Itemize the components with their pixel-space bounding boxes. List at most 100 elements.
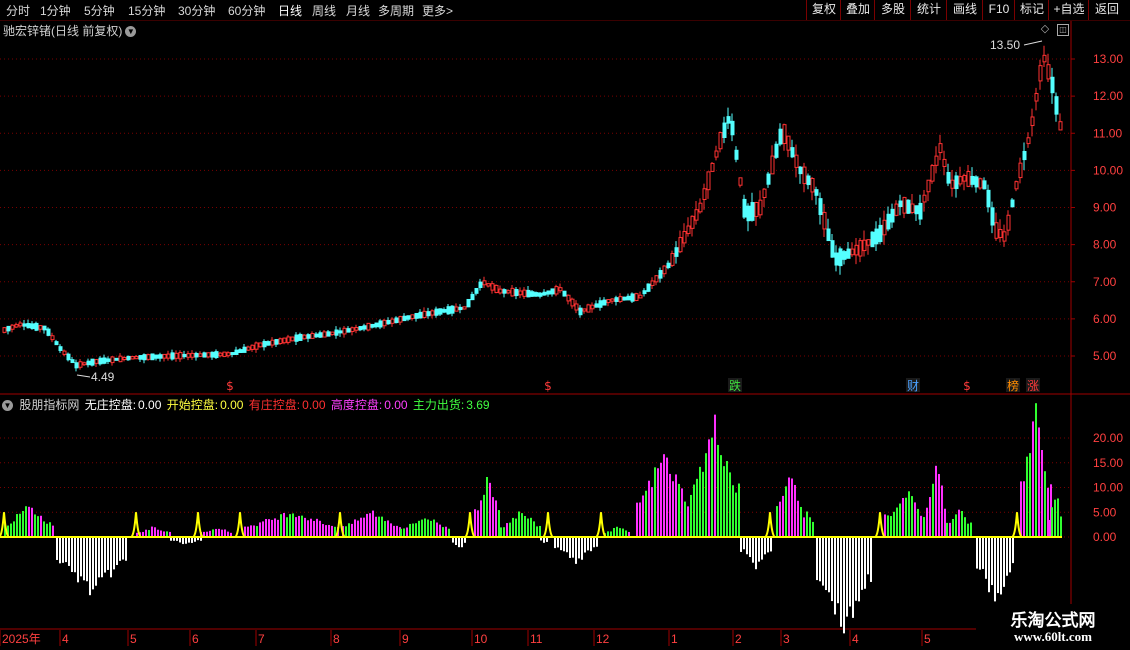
candle-body — [462, 306, 467, 310]
date-tick-label: 7 — [258, 632, 265, 646]
period-1min[interactable]: 1分钟 — [40, 2, 71, 19]
period-5min[interactable]: 5分钟 — [84, 2, 115, 19]
period-multi[interactable]: 多周期 — [378, 2, 414, 19]
stats-button[interactable]: 统计 — [910, 0, 947, 20]
indicator-bar — [322, 524, 324, 537]
candle-body — [758, 199, 763, 216]
candle-body — [722, 122, 727, 139]
indicator-bar — [530, 517, 532, 537]
adjust-button[interactable]: 复权 — [806, 0, 841, 20]
candle-body — [266, 341, 271, 346]
draw-line-button[interactable]: 画线 — [946, 0, 983, 20]
indicator-bar — [286, 517, 288, 537]
min-price-arrow — [76, 374, 91, 378]
period-daily[interactable]: 日线 — [278, 2, 302, 19]
indicator-bar — [247, 526, 249, 537]
indicator-bar — [1054, 499, 1056, 537]
event-marker: 涨 — [1027, 378, 1039, 393]
overlay-button[interactable]: 叠加 — [840, 0, 875, 20]
candle-body — [234, 349, 239, 355]
indicator-bar — [409, 523, 411, 537]
candle-body — [174, 352, 179, 359]
candle-body — [574, 303, 579, 311]
chevron-down-icon[interactable]: ▼ — [125, 26, 137, 38]
candle-body — [778, 128, 783, 145]
add-watchlist-button[interactable]: +自选 — [1048, 0, 1089, 20]
f10-button[interactable]: F10 — [982, 0, 1015, 20]
indicator-bar — [675, 474, 677, 537]
candle-body — [170, 352, 175, 360]
mark-button[interactable]: 标记 — [1014, 0, 1049, 20]
diamond-icon[interactable]: ◇ — [1040, 24, 1050, 35]
candle-body — [322, 331, 327, 338]
back-button[interactable]: 返回 — [1088, 0, 1125, 20]
period-more[interactable]: 更多> — [422, 2, 453, 19]
indicator-spike — [595, 512, 607, 538]
candle-body — [514, 289, 519, 297]
candle-body — [154, 354, 159, 359]
candle-body — [510, 287, 515, 297]
indicator-bar — [1003, 537, 1005, 587]
candle-body — [950, 179, 955, 189]
indicator-bar — [864, 537, 866, 589]
candle-body — [438, 308, 443, 315]
indicator-bar — [991, 537, 993, 586]
candle-body — [546, 290, 551, 295]
indicator-bar — [46, 523, 48, 537]
indicator-bar — [651, 487, 653, 537]
indicator-bar — [360, 517, 362, 537]
candle-body — [666, 262, 671, 269]
date-tick-label: 6 — [192, 632, 199, 646]
period-weekly[interactable]: 周线 — [312, 2, 336, 19]
candle-body — [614, 297, 619, 302]
candle-body — [246, 346, 251, 351]
candle-body — [698, 202, 703, 213]
price-tick-label: 8.00 — [1093, 238, 1117, 252]
candle-body — [46, 328, 51, 336]
candle-body — [650, 280, 655, 287]
period-15min[interactable]: 15分钟 — [128, 2, 165, 19]
indicator-bar — [506, 523, 508, 537]
indicator-bar — [1012, 537, 1014, 564]
stock-title: 驰宏锌锗(日线 前复权) ▼ — [3, 22, 137, 39]
candle-body — [818, 198, 823, 216]
panel-toggle-icon[interactable]: ◫ — [1057, 24, 1069, 36]
candle-body — [222, 351, 227, 358]
candle-body — [538, 292, 543, 297]
indicator-bar — [539, 525, 541, 537]
candle-body — [314, 333, 319, 338]
indicator-bar — [328, 524, 330, 537]
indicator-bar — [253, 525, 255, 537]
period-60min[interactable]: 60分钟 — [228, 2, 265, 19]
period-30min[interactable]: 30分钟 — [178, 2, 215, 19]
candle-body — [662, 265, 667, 275]
indicator-bar — [307, 520, 309, 537]
indicator-bar — [782, 495, 784, 537]
candle-body — [746, 205, 751, 222]
period-monthly[interactable]: 月线 — [346, 2, 370, 19]
indicator-bar — [412, 523, 414, 537]
multi-stock-button[interactable]: 多股 — [874, 0, 911, 20]
indicator-bar — [690, 494, 692, 537]
indicator-bar — [785, 486, 787, 537]
candle-body — [786, 135, 791, 151]
indicator-bar — [678, 483, 680, 537]
indicator-bar — [902, 497, 904, 537]
indicator-bar — [116, 537, 118, 566]
candle-body — [542, 291, 547, 296]
indicator-bar — [89, 537, 91, 596]
indicator-bar — [890, 516, 892, 537]
indicator-bar — [717, 444, 719, 537]
indicator-bar — [295, 517, 297, 537]
kline-chart[interactable]: 13.0012.0011.0010.009.008.007.006.005.00… — [0, 21, 1130, 650]
candle-body — [570, 298, 575, 307]
candle-body — [626, 295, 631, 301]
candle-body — [294, 334, 299, 342]
candle-body — [190, 352, 195, 358]
period-timeshare[interactable]: 分时 — [6, 2, 30, 19]
chevron-down-icon[interactable]: ▼ — [2, 400, 13, 412]
indicator-name[interactable]: 股朋指标网 — [19, 398, 79, 412]
candle-body — [454, 306, 459, 312]
candle-body — [1022, 150, 1027, 161]
indicator-bar — [154, 527, 156, 537]
